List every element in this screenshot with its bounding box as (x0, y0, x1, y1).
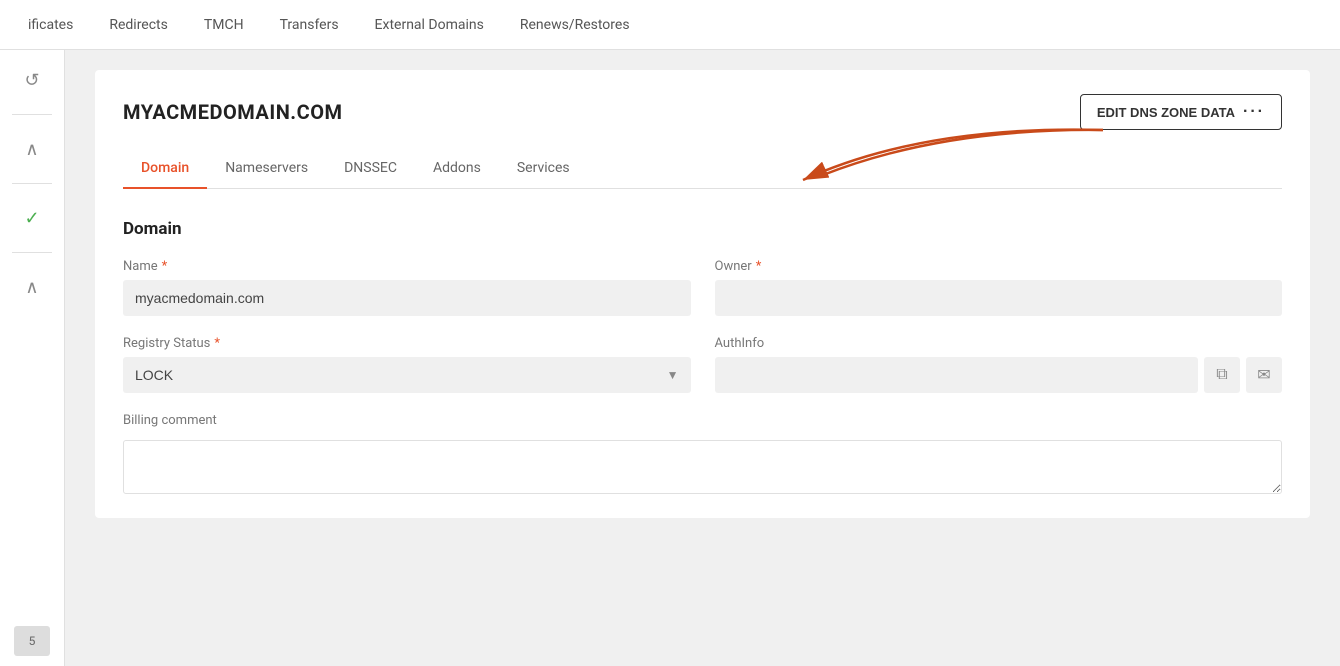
domain-title: MYACMEDOMAIN.COM (123, 100, 343, 124)
name-input[interactable] (123, 280, 691, 316)
tab-dnssec[interactable]: DNSSEC (326, 150, 415, 188)
owner-required: * (756, 259, 762, 274)
sidebar: ↺ ∧ ✓ ∧ 5 (0, 50, 65, 666)
form-row-2: Registry Status * LOCK ACTIVE HOLD PENDI… (123, 336, 1282, 393)
authinfo-copy-button[interactable]: ⧉ (1204, 357, 1240, 393)
sidebar-divider-2 (12, 183, 52, 184)
registry-status-select-wrapper: LOCK ACTIVE HOLD PENDING_DELETE ▼ (123, 357, 691, 393)
nav-item-renews-restores[interactable]: Renews/Restores (502, 0, 648, 49)
tab-nameservers[interactable]: Nameservers (207, 150, 326, 188)
edit-dns-label: EDIT DNS ZONE DATA (1097, 105, 1235, 120)
card-header: MYACMEDOMAIN.COM EDIT DNS ZONE DATA ··· (123, 94, 1282, 130)
billing-comment-label: Billing comment (123, 413, 1282, 428)
registry-status-select[interactable]: LOCK ACTIVE HOLD PENDING_DELETE (123, 357, 691, 393)
owner-input[interactable] (715, 280, 1283, 316)
nav-item-redirects[interactable]: Redirects (91, 0, 186, 49)
registry-status-label: Registry Status * (123, 336, 691, 351)
top-nav: ificates Redirects TMCH Transfers Extern… (0, 0, 1340, 50)
more-options-icon: ··· (1243, 103, 1265, 121)
edit-dns-zone-button[interactable]: EDIT DNS ZONE DATA ··· (1080, 94, 1282, 130)
sidebar-divider-3 (12, 252, 52, 253)
main-content: MYACMEDOMAIN.COM EDIT DNS ZONE DATA ··· (65, 50, 1340, 666)
domain-card: MYACMEDOMAIN.COM EDIT DNS ZONE DATA ··· (95, 70, 1310, 518)
form-group-billing: Billing comment (123, 413, 1282, 494)
sidebar-number-badge: 5 (14, 626, 50, 656)
main-layout: ↺ ∧ ✓ ∧ 5 MYACMEDOMAIN.COM EDIT DNS ZONE… (0, 50, 1340, 666)
form-group-authinfo: AuthInfo ⧉ ✉ (715, 336, 1283, 393)
nav-item-certificates[interactable]: ificates (10, 0, 91, 49)
copy-icon: ⧉ (1216, 366, 1227, 384)
form-group-name: Name * (123, 259, 691, 316)
nav-item-tmch[interactable]: TMCH (186, 0, 262, 49)
tab-domain[interactable]: Domain (123, 150, 207, 188)
collapse-icon-2[interactable]: ∧ (12, 267, 52, 307)
tabs: Domain Nameservers DNSSEC Addons Service… (123, 150, 1282, 189)
sidebar-bottom: 5 (14, 626, 50, 666)
section-title: Domain (123, 219, 1282, 239)
nav-item-transfers[interactable]: Transfers (262, 0, 357, 49)
billing-comment-input[interactable] (123, 440, 1282, 494)
tab-services[interactable]: Services (499, 150, 588, 188)
email-icon: ✉ (1257, 365, 1270, 385)
form-row-1: Name * Owner * (123, 259, 1282, 316)
owner-label: Owner * (715, 259, 1283, 274)
authinfo-label: AuthInfo (715, 336, 1283, 351)
form-group-registry-status: Registry Status * LOCK ACTIVE HOLD PENDI… (123, 336, 691, 393)
check-icon[interactable]: ✓ (12, 198, 52, 238)
name-label: Name * (123, 259, 691, 274)
undo-icon[interactable]: ↺ (12, 60, 52, 100)
name-required: * (162, 259, 168, 274)
authinfo-input[interactable] (715, 357, 1199, 393)
authinfo-wrapper: ⧉ ✉ (715, 357, 1283, 393)
nav-item-external-domains[interactable]: External Domains (357, 0, 502, 49)
authinfo-email-button[interactable]: ✉ (1246, 357, 1282, 393)
sidebar-divider-1 (12, 114, 52, 115)
tab-addons[interactable]: Addons (415, 150, 499, 188)
registry-status-required: * (214, 336, 220, 351)
collapse-icon-1[interactable]: ∧ (12, 129, 52, 169)
form-group-owner: Owner * (715, 259, 1283, 316)
